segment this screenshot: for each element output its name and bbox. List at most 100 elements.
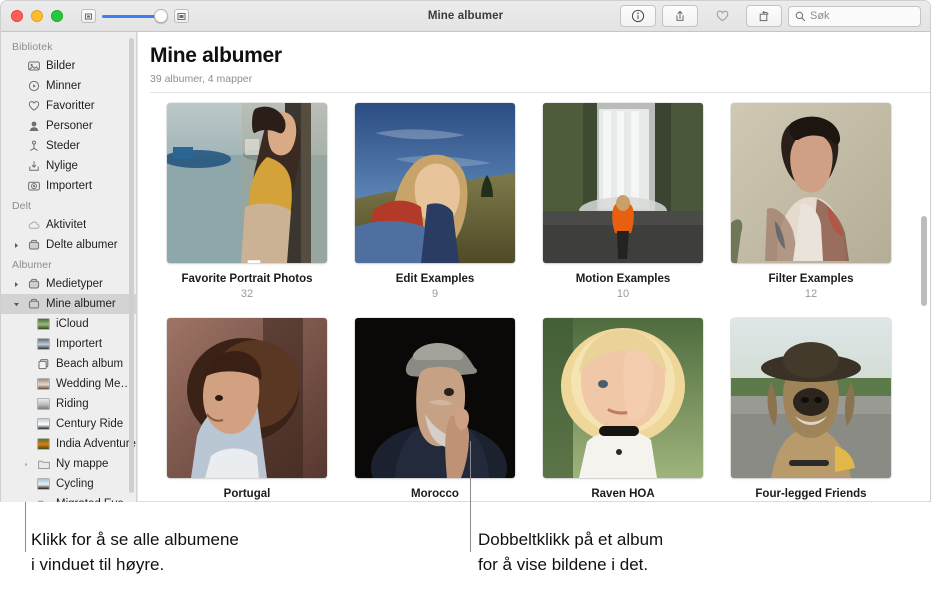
sidebar-item-label: Beach album bbox=[56, 358, 124, 370]
thumb-wedding-icon bbox=[36, 378, 51, 390]
main-bottom-divider bbox=[137, 501, 930, 502]
callout-leader-line-left bbox=[25, 502, 26, 552]
camera-import-icon bbox=[26, 179, 41, 193]
rotate-icon[interactable] bbox=[746, 5, 782, 27]
sidebar[interactable]: Bibliotek Bilder Minner Favoritter Personer S… bbox=[1, 32, 137, 502]
album-icon bbox=[26, 297, 41, 311]
search-input[interactable]: Søk bbox=[788, 5, 921, 27]
sidebar-item-label: Ny mappe bbox=[56, 458, 109, 470]
main-content: Mine albumer 39 albumer, 4 mapper Favori… bbox=[137, 32, 930, 502]
sidebar-item-wedding-mem[interactable]: Wedding Mem... bbox=[1, 374, 136, 394]
sidebar-item-label: Importert bbox=[56, 338, 103, 350]
chevron-right-icon[interactable] bbox=[22, 462, 31, 467]
album-thumbnail[interactable] bbox=[731, 318, 891, 478]
album-name: Edit Examples bbox=[395, 273, 475, 285]
album-thumbnail[interactable] bbox=[167, 318, 327, 478]
album-item[interactable]: Raven HOA4 bbox=[529, 318, 717, 502]
sidebar-item-ny-mappe[interactable]: Ny mappe bbox=[1, 454, 136, 474]
sidebar-item-label: Migrated Events bbox=[56, 498, 136, 502]
folder-icon bbox=[36, 457, 51, 471]
sidebar-scrollbar[interactable] bbox=[129, 38, 134, 493]
album-item[interactable]: Morocco32 bbox=[341, 318, 529, 502]
sidebar-item-riding[interactable]: Riding bbox=[1, 394, 136, 414]
sidebar-item-label: Cycling bbox=[56, 478, 94, 490]
album-name: Portugal bbox=[223, 488, 271, 500]
sidebar-item-label: Nylige bbox=[46, 160, 78, 172]
album-item[interactable]: Edit Examples 9 bbox=[341, 103, 529, 300]
sidebar-group-title-delt: Delt bbox=[12, 200, 32, 212]
album-item[interactable]: Four-legged Friends38 bbox=[717, 318, 905, 502]
sidebar-item-cycling[interactable]: Cycling bbox=[1, 474, 136, 494]
sidebar-group-title-bibliotek: Bibliotek bbox=[12, 41, 53, 53]
sidebar-item-label: Riding bbox=[56, 398, 89, 410]
album-thumbnail[interactable] bbox=[543, 318, 703, 478]
main-scrollbar[interactable] bbox=[921, 216, 927, 306]
window-titlebar: Mine albumer Søk bbox=[1, 1, 930, 32]
photos-icon bbox=[26, 59, 41, 73]
heart-icon[interactable] bbox=[704, 5, 740, 27]
sidebar-item-india-adventure[interactable]: India Adventure bbox=[1, 434, 136, 454]
sidebar-item-bilder[interactable]: Bilder bbox=[1, 56, 136, 76]
sidebar-item-steder[interactable]: Steder bbox=[1, 136, 136, 156]
sidebar-item-importert[interactable]: Importert bbox=[1, 176, 136, 196]
callout-left-line1: Klikk for å se alle albumene bbox=[31, 530, 239, 549]
main-header: Mine albumer 39 albumer, 4 mapper bbox=[137, 32, 930, 93]
sidebar-item-favoritter[interactable]: Favoritter bbox=[1, 96, 136, 116]
sidebar-item-label: India Adventure bbox=[56, 438, 136, 450]
chevron-right-icon[interactable] bbox=[12, 281, 21, 288]
cloud-icon bbox=[26, 218, 41, 232]
album-item[interactable]: Favorite Portrait Photos 32 bbox=[153, 103, 341, 300]
sidebar-item-delte-albumer[interactable]: Delte albumer bbox=[1, 235, 136, 255]
album-photo-count: 10 bbox=[616, 288, 630, 300]
album-item[interactable]: Portugal71 bbox=[153, 318, 341, 502]
memories-icon bbox=[26, 79, 41, 93]
thumb-icloud-icon bbox=[36, 318, 51, 330]
chevron-right-icon[interactable] bbox=[12, 242, 21, 249]
chevron-down-icon[interactable] bbox=[12, 301, 21, 308]
places-pin-icon bbox=[26, 139, 41, 153]
album-photo-count: 12 bbox=[804, 288, 818, 300]
main-left-divider bbox=[137, 32, 138, 502]
sidebar-item-personer[interactable]: Personer bbox=[1, 116, 136, 136]
album-thumbnail[interactable] bbox=[167, 103, 327, 263]
album-name: Filter Examples bbox=[768, 273, 854, 285]
album-photo-count: 32 bbox=[240, 288, 254, 300]
smart-album-gear-icon bbox=[174, 242, 261, 263]
callout-right-line2: for å vise bildene i det. bbox=[478, 555, 649, 574]
sidebar-item-importert[interactable]: Importert bbox=[1, 334, 136, 354]
share-icon[interactable] bbox=[662, 5, 698, 27]
album-item[interactable]: Filter Examples 12 bbox=[717, 103, 905, 300]
album-icon bbox=[26, 277, 41, 291]
sidebar-item-century-ride[interactable]: Century Ride bbox=[1, 414, 136, 434]
sidebar-group-title-albumer: Albumer bbox=[12, 259, 52, 271]
sidebar-item-beach-album[interactable]: Beach album bbox=[1, 354, 136, 374]
sidebar-item-medietyper[interactable]: Medietyper bbox=[1, 274, 136, 294]
sidebar-item-label: Steder bbox=[46, 140, 80, 152]
person-icon bbox=[26, 119, 41, 133]
thumb-india-icon bbox=[36, 438, 51, 450]
album-thumbnail[interactable] bbox=[543, 103, 703, 263]
toolbar: Søk bbox=[620, 5, 921, 27]
sidebar-item-label: iCloud bbox=[56, 318, 89, 330]
sidebar-item-mine-albumer[interactable]: Mine albumer bbox=[1, 294, 136, 314]
thumb-importert-icon bbox=[36, 338, 51, 350]
album-item[interactable]: Motion Examples 10 bbox=[529, 103, 717, 300]
search-placeholder: Søk bbox=[810, 10, 830, 22]
sidebar-item-nylige[interactable]: Nylige bbox=[1, 156, 136, 176]
album-photo-count: 9 bbox=[431, 288, 439, 300]
album-name: Raven HOA bbox=[591, 488, 655, 500]
sidebar-item-aktivitet[interactable]: Aktivitet bbox=[1, 215, 136, 235]
album-grid: Favorite Portrait Photos 32 Edit Examples 9… bbox=[137, 93, 930, 502]
album-thumbnail[interactable] bbox=[731, 103, 891, 263]
sidebar-item-migrated-events[interactable]: Migrated Events bbox=[1, 494, 136, 502]
info-icon[interactable] bbox=[620, 5, 656, 27]
album-thumbnail[interactable] bbox=[355, 103, 515, 263]
sidebar-item-label: Importert bbox=[46, 180, 93, 192]
album-name: Morocco bbox=[411, 488, 459, 500]
sidebar-item-label: Wedding Mem... bbox=[56, 378, 136, 390]
sidebar-item-icloud[interactable]: iCloud bbox=[1, 314, 136, 334]
sidebar-item-minner[interactable]: Minner bbox=[1, 76, 136, 96]
sidebar-item-label: Medietyper bbox=[46, 278, 103, 290]
heart-icon bbox=[26, 99, 41, 113]
album-thumbnail[interactable] bbox=[355, 318, 515, 478]
